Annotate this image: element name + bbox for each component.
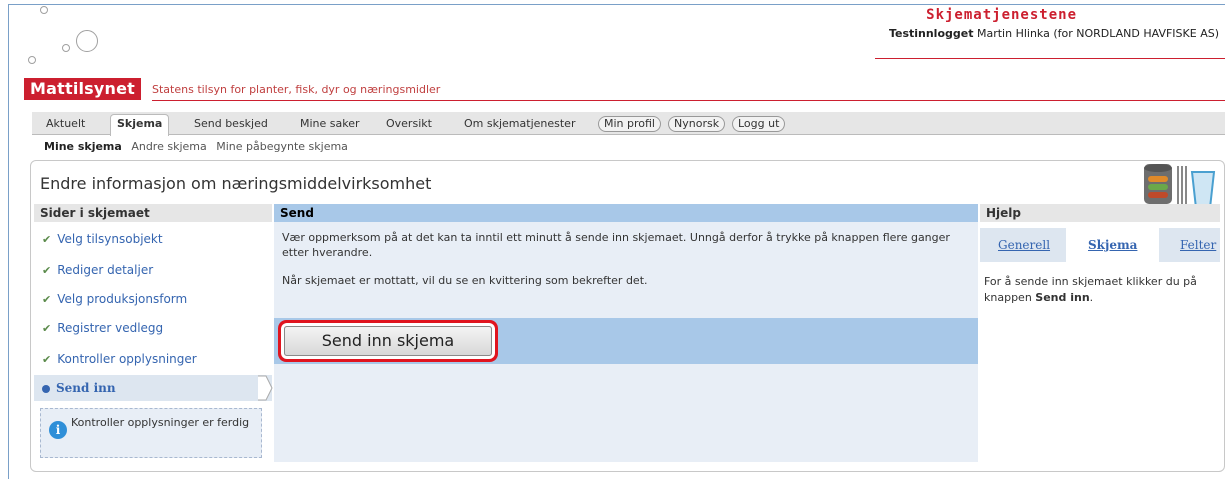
nynorsk-button[interactable]: Nynorsk [668,116,726,132]
login-user: Martin Hlinka (for NORDLAND HAVFISKE AS) [976,27,1219,40]
step-label: Rediger detaljer [57,263,154,277]
tagline: Statens tilsyn for planter, fisk, dyr og… [152,83,441,96]
subnav-andre-skjema[interactable]: Andre skjema [131,140,206,153]
step-velg-tilsynsobjekt[interactable]: ✔ Velg tilsynsobjekt [42,232,163,246]
step-registrer-vedlegg[interactable]: ✔ Registrer vedlegg [42,321,163,335]
send-heading: Send [274,204,978,222]
help-text-emphasis: Send inn [1035,291,1090,304]
notice-text: Vær oppmerksom på at det kan ta inntil e… [282,231,950,259]
check-icon: ✔ [42,264,52,277]
logo[interactable]: Mattilsynet [24,78,142,100]
step-kontroller-opplysninger[interactable]: ✔ Kontroller opplysninger [42,352,197,366]
step-label: Kontroller opplysninger [57,352,197,366]
check-icon: ✔ [42,353,52,366]
help-panel: Generell Skjema Felter For å sende inn s… [980,222,1220,462]
page-title: Endre informasjon om næringsmiddelvirkso… [40,174,432,193]
step-send-inn[interactable]: Send inn [34,375,272,401]
step-rediger-detaljer[interactable]: ✔ Rediger detaljer [42,263,153,277]
tab-send-beskjed[interactable]: Send beskjed [188,115,274,133]
login-info: Testinnlogget Martin Hlinka (for NORDLAN… [889,27,1219,40]
min-profil-button[interactable]: Min profil [598,116,661,132]
sub-nav: Mine skjema Andre skjema Mine påbegynte … [44,140,354,153]
food-service-icon [1144,164,1216,209]
subnav-mine-paabegynte-skjema[interactable]: Mine påbegynte skjema [216,140,348,153]
send-button-row: Send inn skjema [274,318,978,364]
help-text-end: . [1089,291,1094,304]
help-tab-generell[interactable]: Generell [998,238,1050,252]
header-divider [152,100,1225,101]
check-icon: ✔ [42,322,52,335]
help-text: For å sende inn skjemaet klikker du på k… [984,274,1214,306]
chevron-right-icon [258,375,273,401]
check-icon: ✔ [42,293,52,306]
help-heading: Hjelp [980,204,1220,222]
help-tab-felter[interactable]: Felter [1180,238,1216,252]
receipt-text: Når skjemaet er mottatt, vil du se en kv… [282,274,648,287]
brand-title: Skjematjenestene [926,7,1077,23]
subnav-mine-skjema[interactable]: Mine skjema [44,140,122,153]
info-box: i Kontroller opplysninger er ferdig [40,408,262,458]
help-tabs: Generell Skjema Felter [980,228,1220,262]
send-inn-skjema-button[interactable]: Send inn skjema [284,326,492,356]
main-nav: Aktuelt Skjema Send beskjed Mine saker O… [32,112,1225,136]
send-panel: Vær oppmerksom på at det kan ta inntil e… [274,222,978,462]
login-label: Testinnlogget [888,27,974,40]
logg-ut-button[interactable]: Logg ut [732,116,786,132]
step-label: Velg produksjonsform [57,292,188,306]
step-velg-produksjonsform[interactable]: ✔ Velg produksjonsform [42,292,187,306]
step-label: Send inn [56,381,116,395]
step-label: Registrer vedlegg [57,321,164,335]
tab-oversikt[interactable]: Oversikt [380,115,438,133]
tab-aktuelt[interactable]: Aktuelt [40,115,91,133]
pages-heading: Sider i skjemaet [34,204,272,222]
step-label: Velg tilsynsobjekt [57,232,163,246]
info-text: Kontroller opplysninger er ferdig [71,416,250,429]
header-divider-top [875,58,1225,59]
tab-om-skjematjenester[interactable]: Om skjematjenester [458,115,581,133]
info-icon: i [49,421,67,439]
help-tab-skjema[interactable]: Skjema [1066,228,1160,262]
tab-mine-saker[interactable]: Mine saker [294,115,366,133]
tab-skjema[interactable]: Skjema [110,114,170,136]
step-list: ✔ Velg tilsynsobjekt ✔ Rediger detaljer ✔ V… [34,222,273,462]
current-step-dot-icon [42,384,50,393]
check-icon: ✔ [42,233,52,246]
